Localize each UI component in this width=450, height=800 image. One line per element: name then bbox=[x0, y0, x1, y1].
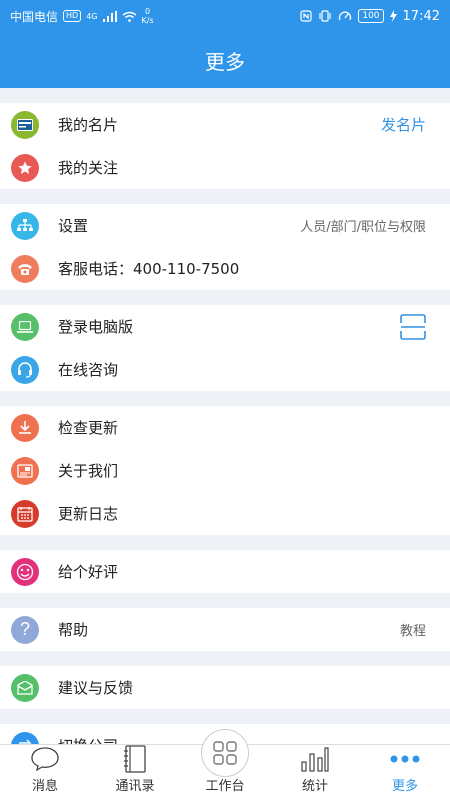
star-icon bbox=[11, 153, 39, 182]
menu-item-label: 更新日志 bbox=[58, 505, 119, 523]
menu-item-check-update[interactable]: 检查更新 bbox=[0, 406, 450, 449]
tab-label: 消息 bbox=[31, 779, 58, 794]
menu-item-label: 客服电话：400-110-7500 bbox=[58, 260, 240, 278]
switch-icon bbox=[11, 731, 39, 744]
bar-chart-icon bbox=[300, 745, 330, 773]
phone-icon bbox=[11, 254, 39, 283]
bottom-tab-bar: 消息 通讯录 工作台 统计 更多 bbox=[0, 729, 450, 800]
speedometer-icon bbox=[339, 11, 352, 21]
group-help: ? 帮助 教程 bbox=[0, 608, 450, 651]
settings-list: 我的名片 发名片 我的关注 设置 人员/部门/职位与权限 客服电话：400-11… bbox=[0, 88, 450, 744]
nfc-icon bbox=[300, 10, 312, 22]
grid-icon bbox=[201, 729, 249, 777]
network-label: 4G bbox=[86, 11, 98, 21]
scan-icon[interactable] bbox=[400, 313, 426, 340]
page-header: 更多 bbox=[0, 32, 450, 88]
menu-item-label: 建议与反馈 bbox=[58, 679, 134, 697]
menu-item-label: 给个好评 bbox=[58, 563, 119, 581]
menu-item-about-us[interactable]: 关于我们 bbox=[0, 449, 450, 492]
menu-item-settings[interactable]: 设置 人员/部门/职位与权限 bbox=[0, 204, 450, 247]
settings-hint: 人员/部门/职位与权限 bbox=[300, 220, 426, 235]
menu-item-label: 我的关注 bbox=[58, 159, 119, 177]
org-chart-icon bbox=[11, 211, 39, 240]
wifi-icon bbox=[122, 11, 136, 22]
smile-icon bbox=[11, 557, 39, 586]
menu-item-label: 帮助 bbox=[58, 621, 89, 639]
tab-label: 更多 bbox=[391, 779, 418, 794]
menu-item-desktop-login[interactable]: 登录电脑版 bbox=[0, 305, 450, 348]
calendar-icon bbox=[11, 499, 39, 528]
group-updates: 检查更新 关于我们 更新日志 bbox=[0, 406, 450, 535]
menu-item-label: 设置 bbox=[58, 217, 89, 235]
send-card-link[interactable]: 发名片 bbox=[381, 114, 426, 135]
menu-item-label: 切换公司 bbox=[58, 735, 118, 744]
clock: 17:42 bbox=[402, 8, 440, 24]
group-feedback: 建议与反馈 bbox=[0, 666, 450, 709]
question-icon: ? bbox=[11, 615, 39, 644]
about-icon bbox=[11, 456, 39, 485]
headset-icon bbox=[11, 355, 39, 384]
tutorial-link[interactable]: 教程 bbox=[400, 620, 426, 639]
menu-item-my-card[interactable]: 我的名片 发名片 bbox=[0, 103, 450, 146]
menu-item-label: 检查更新 bbox=[58, 419, 119, 437]
menu-item-my-follows[interactable]: 我的关注 bbox=[0, 146, 450, 189]
battery-level: 100 bbox=[358, 9, 384, 23]
tab-label: 工作台 bbox=[205, 779, 245, 794]
menu-item-changelog[interactable]: 更新日志 bbox=[0, 492, 450, 535]
menu-item-rate-app[interactable]: 给个好评 bbox=[0, 550, 450, 593]
menu-item-help[interactable]: ? 帮助 教程 bbox=[0, 608, 450, 651]
business-card-icon bbox=[11, 110, 39, 139]
contacts-book-icon bbox=[123, 745, 147, 773]
page-title: 更多 bbox=[205, 49, 245, 74]
vibrate-icon bbox=[319, 10, 331, 22]
menu-item-label: 关于我们 bbox=[58, 462, 119, 480]
laptop-icon bbox=[11, 312, 39, 341]
menu-item-label: 我的名片 bbox=[58, 116, 119, 134]
download-icon bbox=[11, 413, 39, 442]
menu-item-label: 在线咨询 bbox=[58, 361, 119, 379]
tab-contacts[interactable]: 通讯录 bbox=[90, 745, 180, 800]
net-speed: 0 K/s bbox=[141, 7, 154, 25]
group-card: 我的名片 发名片 我的关注 bbox=[0, 103, 450, 189]
chat-bubble-icon bbox=[30, 745, 60, 773]
tab-more[interactable]: 更多 bbox=[360, 745, 450, 800]
group-settings: 设置 人员/部门/职位与权限 客服电话：400-110-7500 bbox=[0, 204, 450, 290]
menu-item-online-consult[interactable]: 在线咨询 bbox=[0, 348, 450, 391]
tab-messages[interactable]: 消息 bbox=[0, 745, 90, 800]
menu-item-feedback[interactable]: 建议与反馈 bbox=[0, 666, 450, 709]
menu-item-support-phone[interactable]: 客服电话：400-110-7500 bbox=[0, 247, 450, 290]
signal-icon bbox=[102, 10, 117, 22]
tab-label: 统计 bbox=[301, 779, 328, 794]
group-rate: 给个好评 bbox=[0, 550, 450, 593]
carrier-label: 中国电信 bbox=[10, 9, 59, 24]
tab-workbench[interactable]: 工作台 bbox=[180, 729, 270, 800]
menu-item-label: 登录电脑版 bbox=[58, 318, 134, 336]
group-desktop: 登录电脑版 在线咨询 bbox=[0, 305, 450, 391]
charging-icon bbox=[389, 10, 397, 22]
hd-badge: HD bbox=[63, 10, 82, 22]
feedback-icon bbox=[11, 673, 39, 702]
tab-label: 通讯录 bbox=[115, 779, 155, 794]
more-dots-icon bbox=[389, 745, 421, 773]
status-bar: 中国电信 HD 4G 0 K/s 100 17:42 bbox=[0, 0, 450, 32]
tab-statistics[interactable]: 统计 bbox=[270, 745, 360, 800]
